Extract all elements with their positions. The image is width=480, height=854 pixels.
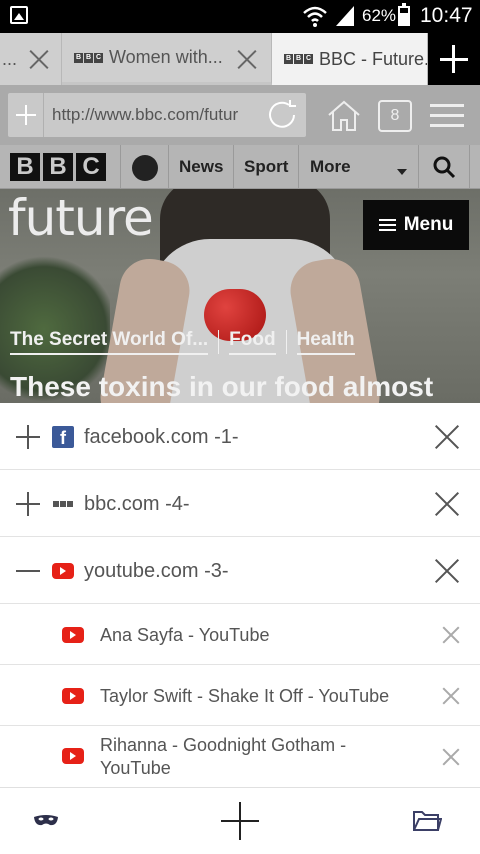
close-tab-icon[interactable] [236,48,258,70]
new-tab-icon[interactable] [221,802,259,840]
nav-news[interactable]: News [179,157,223,177]
topic-links: The Secret World Of... Food Health [10,329,355,355]
close-tab-icon[interactable] [28,48,50,70]
expand-icon[interactable] [16,492,40,516]
list-item[interactable]: Rihanna - Goodnight Gotham - YouTube [0,726,480,787]
youtube-icon [52,563,74,579]
account-icon[interactable] [132,155,158,181]
reload-icon[interactable] [264,97,300,133]
tab-strip: ... BBC Women with... BBC BBC - Future..… [0,33,480,85]
search-icon[interactable] [432,155,456,179]
youtube-icon [62,627,84,643]
tab-title: Ana Sayfa - YouTube [100,625,270,645]
battery-percent: 62% [362,6,397,25]
tab-group-youtube[interactable]: youtube.com -3- [0,537,480,604]
menu-label: Menu [403,214,454,235]
tab-title: ... [2,48,18,69]
tab-count-button[interactable]: 8 [378,100,412,132]
clock: 10:47 [420,4,473,27]
menu-button[interactable]: Menu [363,200,469,250]
bottom-toolbar [0,787,480,854]
bbc-navigation: BBC News Sport More [0,145,480,189]
expand-icon[interactable] [16,425,40,449]
status-bar: 62% 10:47 [0,0,480,33]
article-headline[interactable]: These toxins in our food almost [10,371,433,403]
close-icon[interactable] [440,624,466,650]
add-bookmark-icon[interactable] [8,93,44,137]
tab-title-line2: YouTube [100,758,171,778]
tab-title: Women with... [109,47,223,67]
hero-banner: future Menu The Secret World Of... Food … [0,189,480,403]
signal-icon [336,6,354,26]
list-item[interactable]: Taylor Swift - Shake It Off - YouTube [0,665,480,726]
topic-link[interactable]: Food [229,329,276,355]
bbc-icon: BBC [284,54,313,64]
url-text[interactable]: http://www.bbc.com/futur [52,105,264,125]
group-label: bbc.com -4- [84,493,190,515]
tab-group-facebook[interactable]: f facebook.com -1- [0,403,480,470]
close-icon[interactable] [434,491,460,517]
tab-title-line1: Rihanna - Goodnight Gotham - [100,735,347,755]
list-item[interactable]: Ana Sayfa - YouTube [0,604,480,665]
url-field[interactable]: http://www.bbc.com/futur [8,93,306,137]
tab-groups-panel: f facebook.com -1- bbc.com -4- youtube.c… [0,403,480,787]
close-icon[interactable] [434,558,460,584]
facebook-icon: f [52,426,74,448]
bbc-icon: BBC [74,52,103,63]
gallery-notification-icon [10,6,28,24]
close-icon[interactable] [440,746,466,772]
youtube-icon [62,688,84,704]
tab-group-bbc[interactable]: bbc.com -4- [0,470,480,537]
nav-sport[interactable]: Sport [244,157,288,177]
group-label: facebook.com -1- [84,426,239,448]
tab-title: BBC - Future... [319,48,427,69]
incognito-mask-icon[interactable] [33,814,59,828]
battery-icon [398,3,410,26]
site-title[interactable]: future [8,189,154,247]
close-icon[interactable] [440,685,466,711]
topic-link[interactable]: Health [296,329,355,355]
hamburger-icon [378,218,396,232]
menu-icon[interactable] [430,102,464,130]
tab-1[interactable]: ... [0,33,62,85]
youtube-icon [62,748,84,764]
wifi-icon [303,6,327,27]
group-label: youtube.com -3- [84,560,229,582]
topic-link[interactable]: The Secret World Of... [10,329,209,355]
close-icon[interactable] [434,424,460,450]
new-tab-button[interactable] [428,33,480,85]
folder-icon[interactable] [412,808,442,834]
collapse-icon[interactable] [16,559,40,583]
tab-3-active[interactable]: BBC BBC - Future... [272,33,428,85]
bbc-logo[interactable]: BBC [10,153,106,181]
chevron-down-icon [397,169,407,175]
tab-2[interactable]: BBC Women with... [62,33,272,85]
tab-title: Taylor Swift - Shake It Off - YouTube [100,686,390,706]
nav-more[interactable]: More [310,157,351,177]
home-icon[interactable] [326,98,362,134]
bbc-icon [53,501,73,507]
